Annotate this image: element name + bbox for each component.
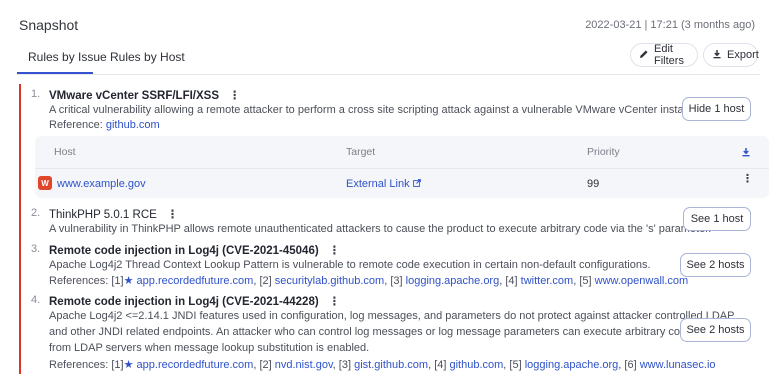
issue-description: Apache Log4j2 Thread Context Lookup Patt… [49, 259, 651, 271]
hosts-table: Host Target Priority W www.example.gov E… [35, 136, 769, 198]
reference-index: [4] [434, 359, 447, 371]
issue-title: VMware vCenter SSRF/LFI/XSS ⋮ [49, 88, 240, 102]
hide-hosts-button[interactable]: Hide 1 host [682, 97, 751, 121]
reference-link[interactable]: twitter.com [521, 275, 574, 287]
reference-link[interactable]: app.recordedfuture.com [137, 275, 254, 287]
host-link[interactable]: www.example.gov [57, 178, 146, 190]
table-divider [35, 168, 769, 169]
reference-index: [1] [111, 275, 124, 287]
issue-description-line: Apache Log4j2 <=2.14.1 JNDI features use… [49, 310, 735, 322]
reference-index: [3] [338, 359, 352, 371]
issue-reference: Reference: github.com [49, 119, 160, 131]
pencil-icon [639, 49, 649, 62]
more-options-icon[interactable]: ⋮ [329, 294, 340, 308]
issue-number: 4. [31, 294, 41, 306]
star-icon: ★ [123, 359, 134, 371]
issue-number: 3. [31, 243, 41, 255]
export-label: Export [727, 49, 759, 61]
issue-description: A critical vulnerability allowing a remo… [49, 104, 702, 116]
snapshot-timestamp: 2022-03-21 | 17:21 (3 months ago) [585, 19, 755, 31]
external-link-icon [412, 178, 421, 190]
issue-title-text: Remote code injection in Log4j (CVE-2021… [49, 245, 319, 257]
issue-title: ThinkPHP 5.0.1 RCE ⋮ [49, 207, 178, 221]
reference-link[interactable]: logging.apache.org [525, 359, 619, 371]
reference-link[interactable]: gist.github.com [354, 359, 428, 371]
tab-rules-by-host[interactable]: Rules by Host [110, 50, 185, 64]
reference-link[interactable]: www.openwall.com [595, 275, 689, 287]
issue-number: 1. [31, 88, 41, 100]
download-icon[interactable] [741, 146, 751, 160]
issue-title-text: VMware vCenter SSRF/LFI/XSS [49, 90, 219, 102]
critical-severity-bar [19, 84, 21, 374]
priority-value: 99 [587, 178, 600, 190]
row-options-icon[interactable]: ⋮ [742, 172, 753, 185]
column-header-host: Host [54, 146, 76, 158]
reference-link[interactable]: nvd.nist.gov [275, 359, 333, 371]
issue-description-line: and other JNDI related endpoints. An att… [49, 326, 729, 338]
column-header-priority: Priority [587, 146, 620, 158]
edit-filters-label: Edit Filters [654, 43, 684, 67]
issue-description: A vulnerability in ThinkPHP allows remot… [49, 223, 712, 235]
reference-index: [2] [259, 359, 272, 371]
issue-number: 2. [31, 207, 41, 219]
export-button[interactable]: Export [703, 43, 759, 67]
issue-title: Remote code injection in Log4j (CVE-2021… [49, 294, 340, 308]
download-icon [712, 49, 722, 62]
reference-link[interactable]: app.recordedfuture.com [137, 359, 254, 371]
issue-description-line: from LDAP servers when message lookup su… [49, 342, 370, 354]
more-options-icon[interactable]: ⋮ [229, 88, 240, 102]
reference-link[interactable]: github.com [449, 359, 503, 371]
star-icon: ★ [123, 275, 134, 287]
references-label: References: [49, 275, 109, 287]
more-options-icon[interactable]: ⋮ [329, 243, 340, 257]
reference-link[interactable]: logging.apache.org [406, 275, 500, 287]
reference-index: [5] [509, 359, 522, 371]
reference-index: [4] [505, 275, 518, 287]
host-favicon: W [38, 176, 52, 190]
see-hosts-button[interactable]: See 2 hosts [680, 318, 751, 342]
reference-link[interactable]: github.com [106, 119, 160, 131]
issue-references: References: [1]★ app.recordedfuture.com,… [49, 275, 689, 287]
see-hosts-button[interactable]: See 1 host [683, 207, 751, 231]
external-link[interactable]: External Link [346, 178, 421, 190]
column-header-target: Target [346, 146, 376, 158]
page-title: Snapshot [19, 17, 79, 33]
reference-link[interactable]: securitylab.github.com [275, 275, 384, 287]
issue-references: References: [1]★ app.recordedfuture.com,… [49, 359, 716, 371]
tabs-divider [17, 74, 760, 75]
tab-rules-by-issue[interactable]: Rules by Issue [28, 50, 107, 64]
reference-index: [6] [624, 359, 637, 371]
issue-title-text: Remote code injection in Log4j (CVE-2021… [49, 296, 319, 308]
external-link-label: External Link [346, 178, 410, 190]
reference-index: [2] [259, 275, 272, 287]
see-hosts-button[interactable]: See 2 hosts [680, 253, 751, 277]
issue-list: 1. VMware vCenter SSRF/LFI/XSS ⋮ A critic… [19, 84, 770, 374]
reference-index: [1] [111, 359, 124, 371]
reference-index: [5] [579, 275, 592, 287]
issue-title-text: ThinkPHP 5.0.1 RCE [49, 209, 157, 221]
edit-filters-button[interactable]: Edit Filters [630, 43, 698, 67]
page-header: Snapshot 2022-03-21 | 17:21 (3 months ag… [19, 17, 759, 37]
issue-title: Remote code injection in Log4j (CVE-2021… [49, 243, 340, 257]
more-options-icon[interactable]: ⋮ [167, 207, 178, 221]
reference-index: [3] [390, 275, 403, 287]
references-label: References: [49, 359, 109, 371]
reference-label: Reference: [49, 119, 103, 131]
reference-link[interactable]: www.lunasec.io [640, 359, 716, 371]
